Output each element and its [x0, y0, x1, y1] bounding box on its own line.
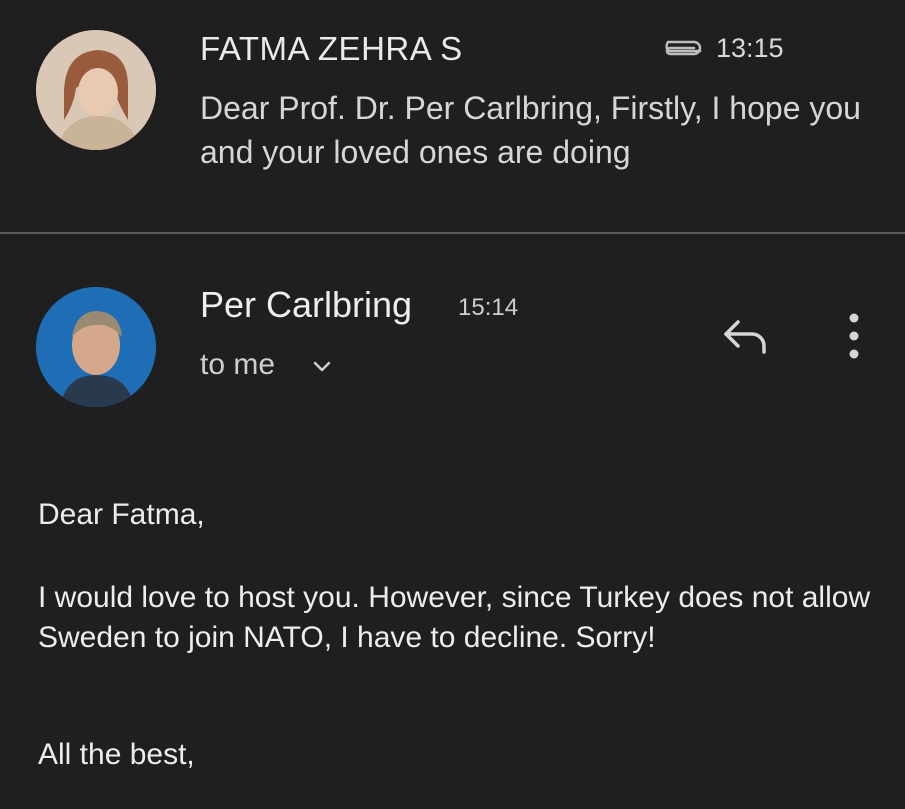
sender-avatar[interactable] [36, 287, 156, 407]
reply-icon[interactable] [720, 316, 772, 356]
message-snippet: Dear Prof. Dr. Per Carlbring, Firstly, I… [200, 90, 861, 170]
avatar-image [36, 30, 156, 150]
body-main: I would love to host you. However, since… [38, 581, 871, 654]
body-signoff: All the best, [38, 738, 195, 771]
avatar-image [36, 287, 156, 407]
sender-name: FATMA ZEHRA S [200, 30, 463, 67]
chevron-down-icon[interactable] [312, 357, 332, 377]
collapsed-message[interactable]: FATMA ZEHRA S 13:15 Dear Prof. Dr. Per C… [0, 0, 905, 232]
paperclip-icon [665, 40, 702, 56]
message-time: 15:14 [458, 294, 519, 321]
body-greeting: Dear Fatma, [38, 498, 205, 531]
message-time: 13:15 [716, 33, 784, 63]
more-vert-icon[interactable] [840, 310, 868, 362]
recipient-toggle[interactable]: to me [200, 348, 275, 382]
sender-name: Per Carlbring [200, 284, 413, 325]
sender-avatar[interactable] [36, 30, 156, 150]
divider [0, 232, 905, 234]
